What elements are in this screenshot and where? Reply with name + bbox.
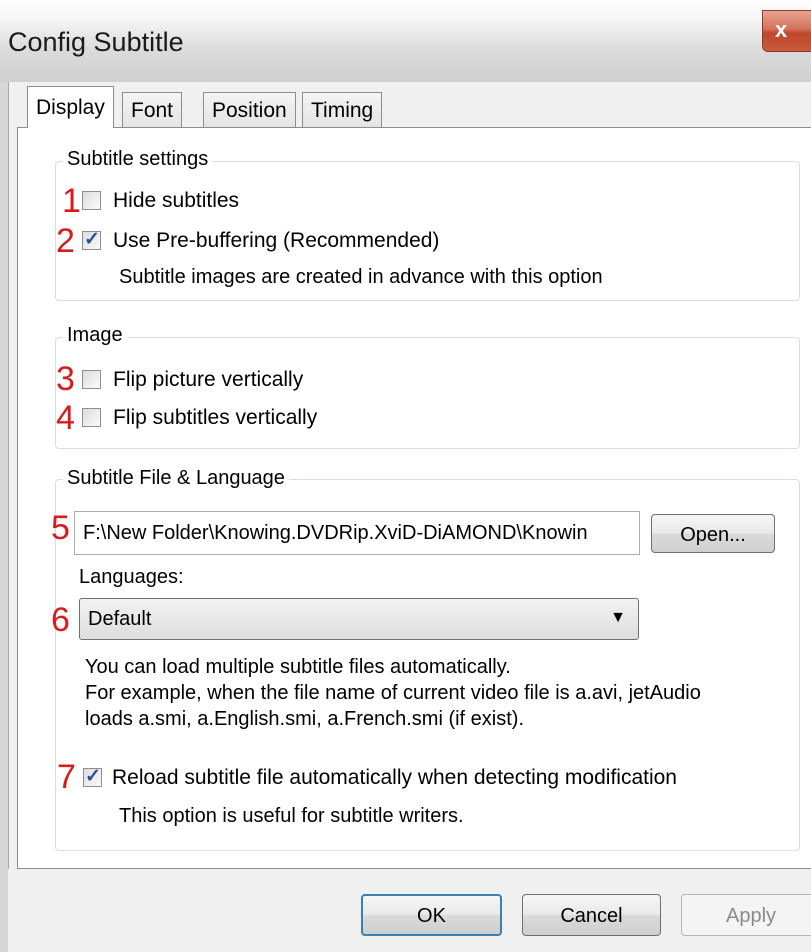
checkmark-icon: ✓ xyxy=(85,766,101,787)
annotation-number-4: 4 xyxy=(56,399,75,437)
languages-selected-value: Default xyxy=(88,608,152,630)
languages-label: Languages: xyxy=(79,566,184,588)
info-text-line-1: You can load multiple subtitle files aut… xyxy=(85,656,511,678)
annotation-number-7: 7 xyxy=(57,758,76,796)
image-legend: Image xyxy=(63,324,127,347)
reload-subtitle-label[interactable]: Reload subtitle file automatically when … xyxy=(112,766,677,790)
info-text-line-2: For example, when the file name of curre… xyxy=(85,682,701,704)
pre-buffering-checkbox[interactable]: ✓ xyxy=(82,229,101,250)
annotation-number-6: 6 xyxy=(51,601,70,639)
pre-buffering-label[interactable]: Use Pre-buffering (Recommended) xyxy=(113,229,439,253)
annotation-number-3: 3 xyxy=(56,360,75,398)
subtitle-file-path-field[interactable]: F:\New Folder\Knowing.DVDRip.XviD-DiAMON… xyxy=(74,511,640,555)
info-text-line-3: loads a.smi, a.English.smi, a.French.smi… xyxy=(85,708,525,730)
annotation-number-5: 5 xyxy=(51,509,70,547)
annotation-number-1: 1 xyxy=(62,182,81,220)
flip-picture-label[interactable]: Flip picture vertically xyxy=(113,368,303,392)
tab-timing[interactable]: Timing xyxy=(302,92,383,127)
close-button[interactable]: x xyxy=(762,10,811,52)
tab-display[interactable]: Display xyxy=(27,86,114,128)
window-frame-left xyxy=(0,82,9,952)
subtitle-settings-legend: Subtitle settings xyxy=(63,148,213,171)
flip-picture-checkbox[interactable] xyxy=(82,370,101,389)
hide-subtitles-label[interactable]: Hide subtitles xyxy=(113,189,239,213)
annotation-number-2: 2 xyxy=(56,222,75,260)
close-icon[interactable]: x xyxy=(775,17,787,42)
display-tab-panel: Subtitle settings 1 Hide subtitles 2 ✓ U… xyxy=(17,127,811,869)
title-bar[interactable]: Config Subtitle x xyxy=(0,0,811,83)
tab-position[interactable]: Position xyxy=(203,92,296,127)
flip-subtitles-checkbox[interactable] xyxy=(82,408,101,427)
window-title: Config Subtitle xyxy=(8,27,184,57)
dialog-window: Config Subtitle x Display Font Position … xyxy=(0,0,811,952)
image-group xyxy=(55,337,800,449)
cancel-button[interactable]: Cancel xyxy=(522,894,661,936)
dropdown-arrow-icon[interactable]: ▼ xyxy=(610,609,626,627)
checkmark-icon: ✓ xyxy=(84,229,100,250)
reload-subtitle-description: This option is useful for subtitle write… xyxy=(119,805,464,827)
hide-subtitles-checkbox[interactable] xyxy=(82,191,101,210)
apply-button[interactable]: Apply xyxy=(681,894,811,936)
open-button[interactable]: Open... xyxy=(651,514,775,553)
tab-font[interactable]: Font xyxy=(122,92,183,127)
pre-buffering-description: Subtitle images are created in advance w… xyxy=(119,266,603,288)
subtitle-file-language-legend: Subtitle File & Language xyxy=(63,467,289,490)
ok-button[interactable]: OK xyxy=(361,894,502,936)
languages-dropdown[interactable]: Default ▼ xyxy=(79,598,639,640)
reload-subtitle-checkbox[interactable]: ✓ xyxy=(83,766,102,787)
flip-subtitles-label[interactable]: Flip subtitles vertically xyxy=(113,406,317,430)
